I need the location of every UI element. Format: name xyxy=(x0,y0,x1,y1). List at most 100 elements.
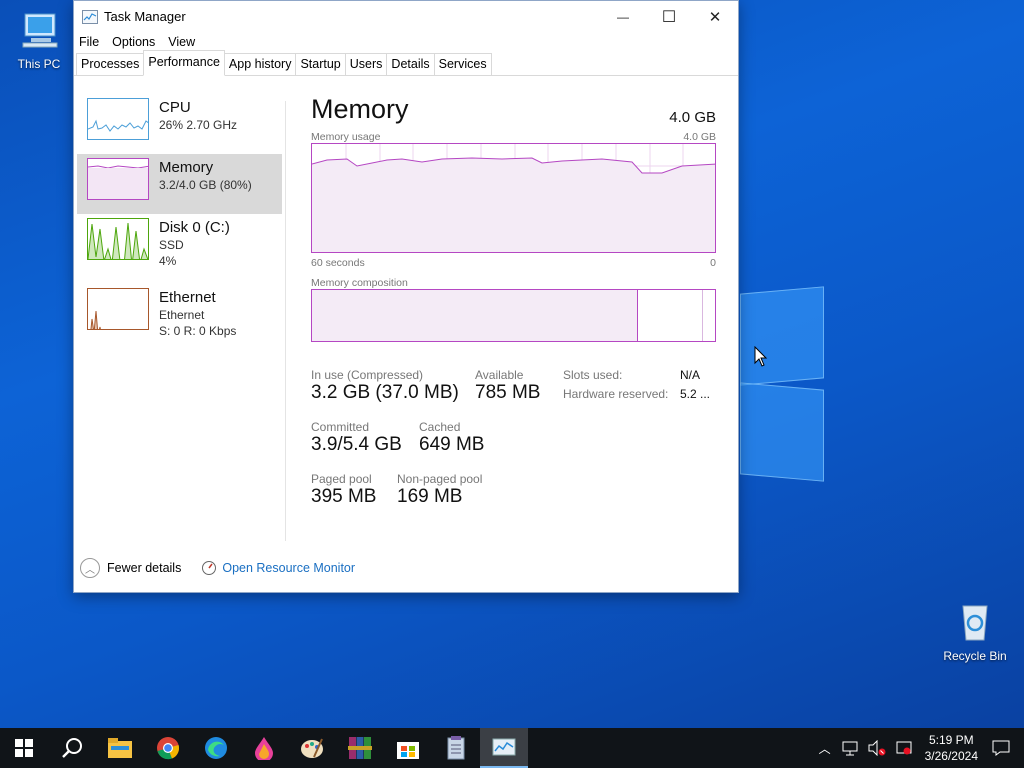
tab-performance[interactable]: Performance xyxy=(143,50,225,76)
recycle-bin-icon xyxy=(962,605,988,641)
task-manager-icon xyxy=(492,738,516,756)
tab-processes[interactable]: Processes xyxy=(76,53,145,75)
windows-logo-wallpaper xyxy=(740,286,824,482)
tab-app-history[interactable]: App history xyxy=(223,53,297,75)
file-explorer-icon xyxy=(108,738,132,758)
close-icon: ✕ xyxy=(708,8,722,26)
stat-value-slots: N/A xyxy=(680,368,701,382)
chevron-up-icon: ︿ xyxy=(80,558,100,578)
start-button[interactable] xyxy=(0,728,48,768)
title-bar[interactable]: Task Manager — ☐ ✕ xyxy=(74,1,738,32)
menu-file[interactable]: File xyxy=(79,35,99,49)
cpu-sparkline xyxy=(87,98,149,140)
start-icon xyxy=(15,739,33,757)
show-hidden-icons-button[interactable]: ︿ xyxy=(819,740,831,757)
memory-sparkline xyxy=(87,158,149,200)
stat-label-paged-pool: Paged pool xyxy=(311,472,372,486)
search-button[interactable] xyxy=(48,728,96,768)
clock-time: 5:19 PM xyxy=(928,733,974,747)
stat-value-in-use: 3.2 GB (37.0 MB) xyxy=(311,382,459,403)
maximize-icon: ☐ xyxy=(661,8,677,26)
tab-strip: Processes Performance App history Startu… xyxy=(74,50,738,76)
minimize-icon: — xyxy=(617,9,629,24)
close-button[interactable]: ✕ xyxy=(692,1,738,32)
detail-title: Memory xyxy=(311,94,409,124)
resource-item-disk[interactable]: Disk 0 (C:) SSD 4% xyxy=(77,214,282,274)
detail-total: 4.0 GB xyxy=(669,109,716,126)
pane-divider xyxy=(285,101,286,541)
notepad-icon xyxy=(447,736,465,760)
resource-name: Ethernet xyxy=(159,289,216,306)
volume-muted-icon[interactable] xyxy=(867,740,887,756)
resource-detail: 26% 2.70 GHz xyxy=(159,118,238,132)
fewer-details-button[interactable]: ︿ Fewer details xyxy=(80,558,181,578)
network-icon[interactable] xyxy=(841,740,859,756)
taskbar-palette[interactable] xyxy=(288,728,336,768)
stat-label-cached: Cached xyxy=(419,420,461,434)
resource-detail-2: 4% xyxy=(159,254,177,268)
edge-icon xyxy=(205,737,227,759)
tab-startup[interactable]: Startup xyxy=(295,53,346,75)
stat-label-committed: Committed xyxy=(311,420,370,434)
desktop-icon-this-pc[interactable]: This PC xyxy=(4,10,74,71)
time-axis-right: 0 xyxy=(710,257,716,269)
composition-in-use xyxy=(312,290,638,341)
desktop-icon-label: This PC xyxy=(17,57,61,71)
action-notification-icon[interactable] xyxy=(895,740,913,756)
stat-label-hw-reserved: Hardware reserved: xyxy=(563,387,669,401)
taskbar-task-manager[interactable] xyxy=(480,728,528,768)
palette-icon xyxy=(301,738,323,758)
desktop-icon-recycle-bin[interactable]: Recycle Bin xyxy=(940,602,1010,663)
stat-value-committed: 3.9/5.4 GB xyxy=(311,434,402,455)
stat-label-available: Available xyxy=(475,368,524,382)
taskbar-edge[interactable] xyxy=(192,728,240,768)
menu-bar: File Options View xyxy=(74,32,738,51)
window-title: Task Manager xyxy=(104,9,186,24)
notifications-icon[interactable] xyxy=(992,740,1010,756)
chrome-icon xyxy=(157,737,179,760)
tab-users[interactable]: Users xyxy=(344,53,388,75)
taskbar-paint-drop[interactable] xyxy=(240,728,288,768)
memory-detail-pane: Memory 4.0 GB Memory usage 4.0 GB 60 sec… xyxy=(311,94,716,528)
memory-stats: In use (Compressed) 3.2 GB (37.0 MB) Ava… xyxy=(311,368,716,528)
stat-label-in-use: In use (Compressed) xyxy=(311,368,424,382)
taskbar-winrar[interactable] xyxy=(336,728,384,768)
resource-item-ethernet[interactable]: Ethernet Ethernet S: 0 R: 0 Kbps xyxy=(77,284,282,344)
maximize-button[interactable]: ☐ xyxy=(646,1,692,32)
system-tray: ︿ 5:19 PM 3/26/2024 xyxy=(819,728,1024,768)
taskbar-store[interactable] xyxy=(384,728,432,768)
fewer-details-label: Fewer details xyxy=(107,561,182,575)
taskbar-notepad[interactable] xyxy=(432,728,480,768)
resource-monitor-icon xyxy=(202,561,217,575)
computer-icon xyxy=(22,13,58,48)
stat-label-slots: Slots used: xyxy=(563,368,623,382)
resource-list: CPU 26% 2.70 GHz Memory 3.2/4.0 GB (80%)… xyxy=(77,94,282,344)
resource-detail: SSD xyxy=(159,238,184,252)
time-axis-left: 60 seconds xyxy=(311,257,365,269)
tab-details[interactable]: Details xyxy=(386,53,435,75)
stat-value-nonpaged-pool: 169 MB xyxy=(397,486,463,507)
resource-item-memory[interactable]: Memory 3.2/4.0 GB (80%) xyxy=(77,154,282,214)
menu-view[interactable]: View xyxy=(168,35,195,49)
open-resource-monitor-link[interactable]: Open Resource Monitor xyxy=(201,560,355,576)
menu-options[interactable]: Options xyxy=(112,35,155,49)
taskbar-file-explorer[interactable] xyxy=(96,728,144,768)
resource-item-cpu[interactable]: CPU 26% 2.70 GHz xyxy=(77,94,282,154)
window-footer: ︿ Fewer details Open Resource Monitor xyxy=(80,558,355,578)
minimize-button[interactable]: — xyxy=(600,1,646,32)
disk-sparkline xyxy=(87,218,149,260)
resource-detail: Ethernet xyxy=(159,308,205,322)
resource-name: Disk 0 (C:) xyxy=(159,219,230,236)
task-manager-window: Task Manager — ☐ ✕ File Options View Pro… xyxy=(73,0,739,593)
search-icon xyxy=(62,738,82,758)
composition-label: Memory composition xyxy=(311,277,408,289)
resource-name: Memory xyxy=(159,159,214,176)
winrar-icon xyxy=(348,737,372,759)
usage-label: Memory usage xyxy=(311,131,381,143)
taskbar-chrome[interactable] xyxy=(144,728,192,768)
tab-services[interactable]: Services xyxy=(433,53,492,75)
clock-date: 3/26/2024 xyxy=(924,749,978,763)
taskbar-clock[interactable]: 5:19 PM 3/26/2024 xyxy=(925,732,978,764)
mouse-cursor-icon xyxy=(754,346,768,367)
stat-value-hw-reserved: 5.2 ... xyxy=(680,387,711,401)
